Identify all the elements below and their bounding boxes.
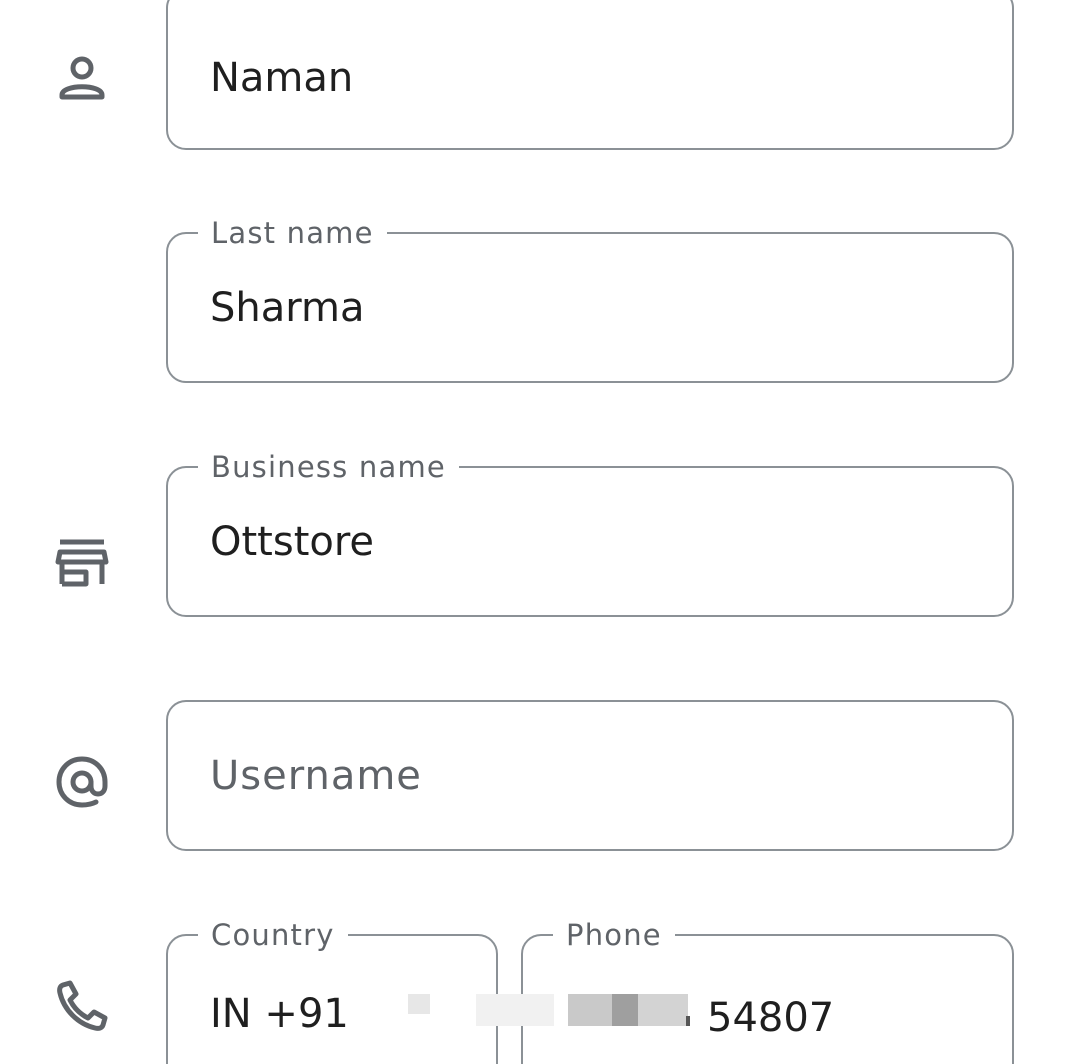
first-name-value: Naman	[210, 55, 354, 101]
last-name-label: Last name	[198, 214, 387, 252]
country-label: Country	[198, 916, 348, 954]
country-field[interactable]: Country IN +91	[166, 916, 498, 1064]
redacted-block	[568, 994, 612, 1026]
country-value: IN +91	[210, 991, 349, 1037]
username-placeholder: Username	[210, 752, 422, 799]
business-name-field[interactable]: Business name Ottstore	[166, 448, 1014, 617]
phone-value: 54807	[707, 995, 835, 1041]
business-name-value: Ottstore	[210, 518, 375, 565]
edit-contact-form: First name Naman Last name Sharma Busine…	[0, 0, 1080, 1064]
first-name-label: First name	[198, 0, 389, 8]
at-icon	[50, 750, 114, 814]
last-name-value: Sharma	[210, 284, 365, 331]
redacted-block	[638, 994, 688, 1026]
last-name-field[interactable]: Last name Sharma	[166, 214, 1014, 383]
redacted-block	[476, 994, 554, 1026]
phone-icon	[50, 974, 114, 1038]
first-name-field[interactable]: First name Naman	[166, 0, 1014, 150]
store-icon	[50, 532, 114, 596]
username-field[interactable]: Username	[166, 700, 1014, 851]
business-name-label: Business name	[198, 448, 459, 486]
phone-label: Phone	[553, 916, 675, 954]
redacted-block	[612, 994, 638, 1026]
redacted-block	[686, 1016, 690, 1026]
redacted-block	[408, 994, 430, 1014]
person-icon	[50, 46, 114, 110]
